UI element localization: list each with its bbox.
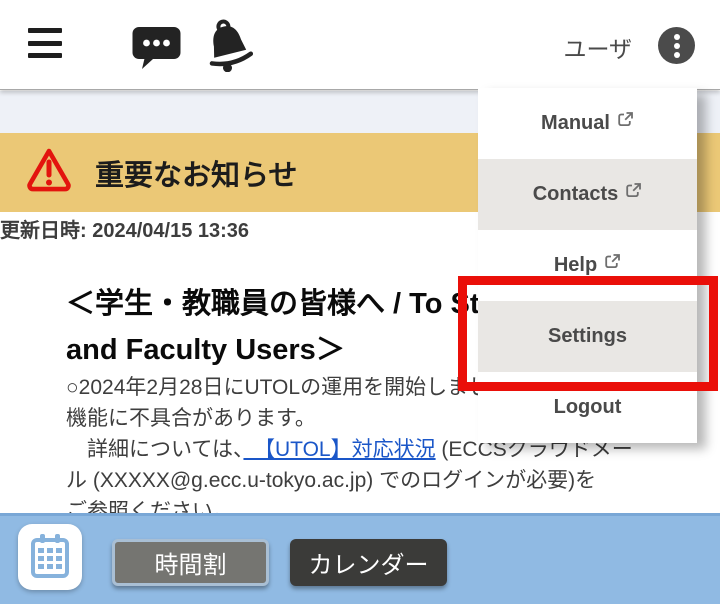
user-dropdown-menu: Manual Contacts Help Settings Logout <box>478 88 697 443</box>
top-header: ユーザ <box>0 0 720 90</box>
warning-icon <box>25 142 73 203</box>
menu-item-label: Contacts <box>532 183 619 205</box>
user-label: ユーザ <box>563 36 632 62</box>
timetable-button[interactable]: 時間割 <box>112 539 269 586</box>
menu-item-manual[interactable]: Manual <box>478 88 697 159</box>
body-text: 詳細については、 <box>66 438 244 461</box>
kebab-dot <box>673 51 680 58</box>
kebab-dot <box>673 33 680 40</box>
external-link-icon <box>617 111 634 134</box>
utol-page: 重要なお知らせ 更新日時: 2024/04/15 13:36 ＜学生・教職員の皆… <box>0 0 720 604</box>
more-vertical-icon[interactable] <box>658 27 695 64</box>
kebab-dot <box>673 42 680 49</box>
menu-item-label: Help <box>553 254 598 276</box>
menu-item-contacts[interactable]: Contacts <box>478 159 697 230</box>
calendar-button[interactable]: カレンダー <box>290 539 447 586</box>
notifications-icon[interactable] <box>202 18 254 77</box>
timetable-widget-button[interactable] <box>18 524 82 590</box>
updated-timestamp: 更新日時: 2024/04/15 13:36 <box>0 220 250 242</box>
hamburger-bar <box>28 28 62 33</box>
menu-item-label: Settings <box>548 325 627 347</box>
menu-item-logout[interactable]: Logout <box>478 372 697 443</box>
menu-item-label: Logout <box>553 396 622 418</box>
banner-title: 重要なお知らせ <box>95 159 298 192</box>
menu-item-help[interactable]: Help <box>478 230 697 301</box>
messages-icon[interactable] <box>132 26 181 75</box>
notice-body-line: ル (XXXXX@g.ecc.u-tokyo.ac.jp) でのログインが必要)… <box>66 469 597 492</box>
hamburger-menu-icon[interactable] <box>28 28 62 58</box>
calendar-grid-icon <box>29 533 71 582</box>
external-link-icon <box>604 253 621 276</box>
menu-item-label: Manual <box>541 112 610 134</box>
external-link-icon <box>625 182 642 205</box>
hamburger-bar <box>28 53 62 58</box>
utol-status-link[interactable]: 【UTOL】対応状況 <box>243 438 435 461</box>
bottom-toolbar: 時間割 カレンダー <box>0 513 720 604</box>
menu-item-settings[interactable]: Settings <box>478 301 697 372</box>
hamburger-bar <box>28 40 62 46</box>
